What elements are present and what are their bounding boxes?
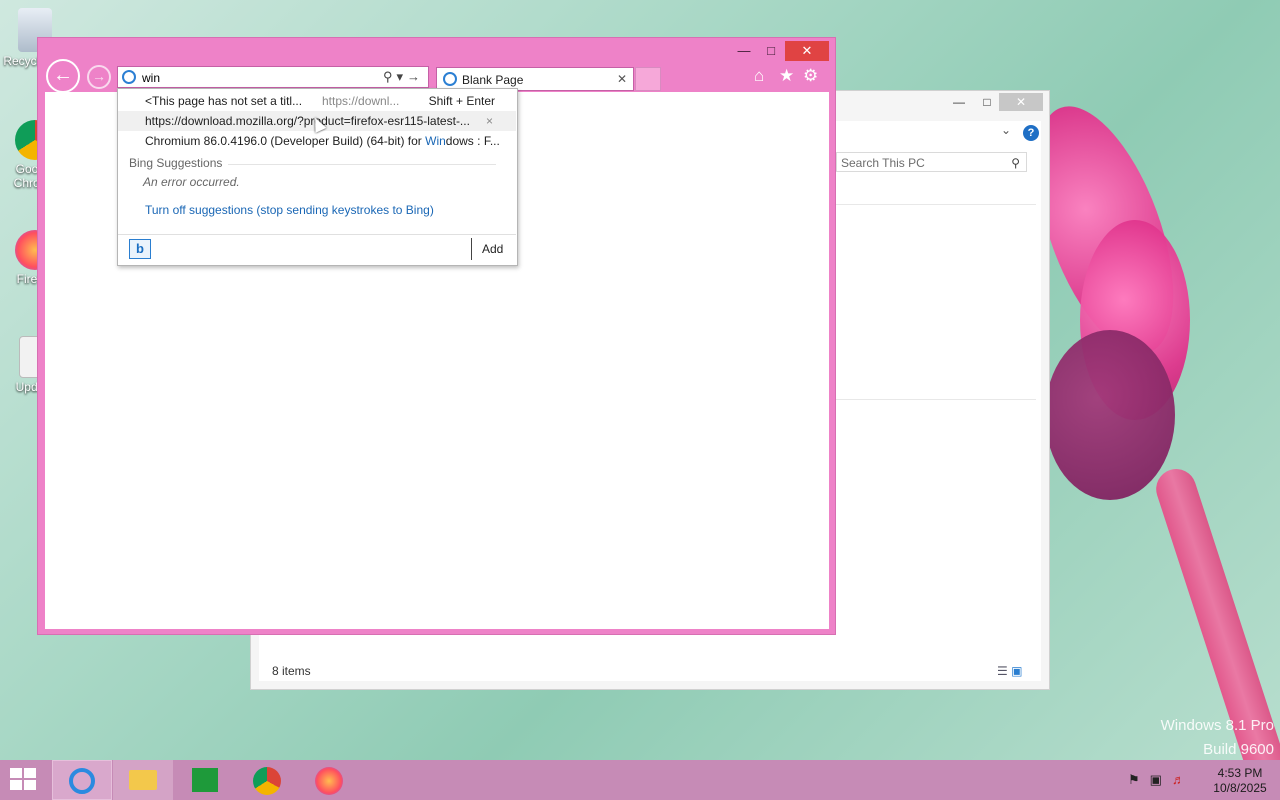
divider — [118, 234, 516, 235]
address-bar[interactable]: ⚲▾→ — [117, 66, 429, 88]
chevron-down-icon[interactable]: ▾ — [396, 69, 407, 84]
bing-icon[interactable]: b — [129, 239, 151, 259]
close-button[interactable]: ✕ — [999, 93, 1043, 111]
address-input[interactable] — [140, 68, 364, 88]
folder-icon — [129, 770, 157, 790]
close-button[interactable]: ✕ — [785, 41, 829, 61]
go-arrow-icon[interactable]: → — [407, 69, 424, 84]
clock[interactable]: 4:53 PM 10/8/2025 — [1204, 766, 1276, 796]
address-tools: ⚲▾→ — [383, 69, 424, 85]
forward-button[interactable]: → — [87, 65, 111, 89]
error-message: An error occurred. — [143, 175, 240, 189]
suggestion-match-highlight: Win — [425, 134, 446, 148]
watermark-build: Build 9600 — [1203, 741, 1274, 758]
firefox-icon — [315, 767, 343, 795]
taskbar-chrome[interactable] — [237, 760, 297, 800]
back-button[interactable]: ← — [46, 59, 80, 93]
search-icon[interactable]: ⚲ — [1011, 153, 1020, 173]
favorites-star-icon[interactable]: ★ — [779, 66, 794, 86]
windows-watermark: Windows 8.1 Pro Build 9600 — [1161, 714, 1274, 762]
divider — [836, 204, 1036, 205]
volume-muted-icon[interactable]: ♬ — [1172, 772, 1195, 787]
suggestion-url: https://downl... — [322, 94, 400, 108]
search-placeholder: Search This PC — [841, 156, 925, 170]
help-icon[interactable]: ? — [1023, 125, 1039, 141]
turn-off-suggestions-link[interactable]: Turn off suggestions (stop sending keyst… — [145, 203, 434, 217]
tab-label: Blank Page — [462, 73, 524, 87]
taskbar-internet-explorer[interactable] — [52, 760, 112, 800]
suggestion-title: Chromium 86.0.4196.0 (Developer Build) (… — [145, 131, 500, 151]
ie-page-icon — [122, 70, 136, 84]
suggestion-title: <This page has not set a titl... — [145, 94, 303, 108]
watermark-edition: Windows 8.1 Pro — [1160, 717, 1274, 734]
home-icon[interactable]: ⌂ — [754, 66, 764, 86]
search-icon[interactable]: ⚲ — [383, 69, 397, 84]
details-view-icon[interactable]: ☰ — [997, 664, 1008, 678]
system-tray: ⚑▣♬ — [1128, 772, 1195, 788]
divider — [471, 238, 472, 260]
add-button[interactable]: Add — [482, 242, 503, 256]
maximize-button[interactable]: □ — [758, 41, 784, 61]
suggestion-row[interactable]: <This page has not set a titl... https:/… — [118, 91, 516, 111]
wallpaper-petal — [1045, 330, 1175, 500]
large-icons-view-icon[interactable]: ▣ — [1011, 664, 1022, 678]
search-input[interactable]: Search This PC ⚲ — [836, 152, 1027, 172]
minimize-button[interactable]: — — [731, 41, 757, 61]
store-icon — [192, 768, 218, 792]
taskbar: ⚑▣♬ 4:53 PM 10/8/2025 — [0, 760, 1280, 800]
chevron-down-icon[interactable]: ⌄ — [1001, 123, 1011, 137]
clock-date: 10/8/2025 — [1213, 781, 1267, 795]
suggestion-text: dows : F... — [445, 134, 500, 148]
taskbar-store[interactable] — [175, 760, 235, 800]
internet-explorer-icon — [69, 768, 95, 794]
chrome-icon — [253, 767, 281, 795]
divider — [228, 164, 496, 165]
ie-page-icon — [443, 72, 457, 86]
status-item-count: 8 items — [272, 664, 311, 678]
remove-suggestion-icon[interactable]: × — [486, 111, 493, 131]
gear-icon[interactable]: ⚙ — [803, 66, 818, 86]
taskbar-file-explorer[interactable] — [113, 760, 173, 800]
bing-suggestions-heading: Bing Suggestions — [129, 156, 223, 170]
start-button[interactable] — [10, 768, 38, 792]
address-suggestions-dropdown: <This page has not set a titl... https:/… — [117, 88, 518, 266]
minimize-button[interactable]: — — [945, 93, 973, 111]
flag-icon[interactable]: ⚑ — [1128, 772, 1150, 787]
clock-time: 4:53 PM — [1217, 766, 1263, 780]
taskbar-firefox[interactable] — [299, 760, 359, 800]
network-icon[interactable]: ▣ — [1150, 772, 1172, 787]
divider — [836, 399, 1036, 400]
maximize-button[interactable]: □ — [973, 93, 1001, 111]
suggestion-row[interactable]: Chromium 86.0.4196.0 (Developer Build) (… — [118, 131, 516, 151]
new-tab-button[interactable] — [635, 67, 661, 91]
close-tab-icon[interactable]: ✕ — [617, 72, 627, 86]
suggestion-shortcut-hint: Shift + Enter — [428, 94, 495, 108]
view-toggle[interactable]: ☰ ▣ — [997, 664, 1022, 678]
suggestion-text: Chromium 86.0.4196.0 (Developer Build) (… — [145, 134, 426, 148]
